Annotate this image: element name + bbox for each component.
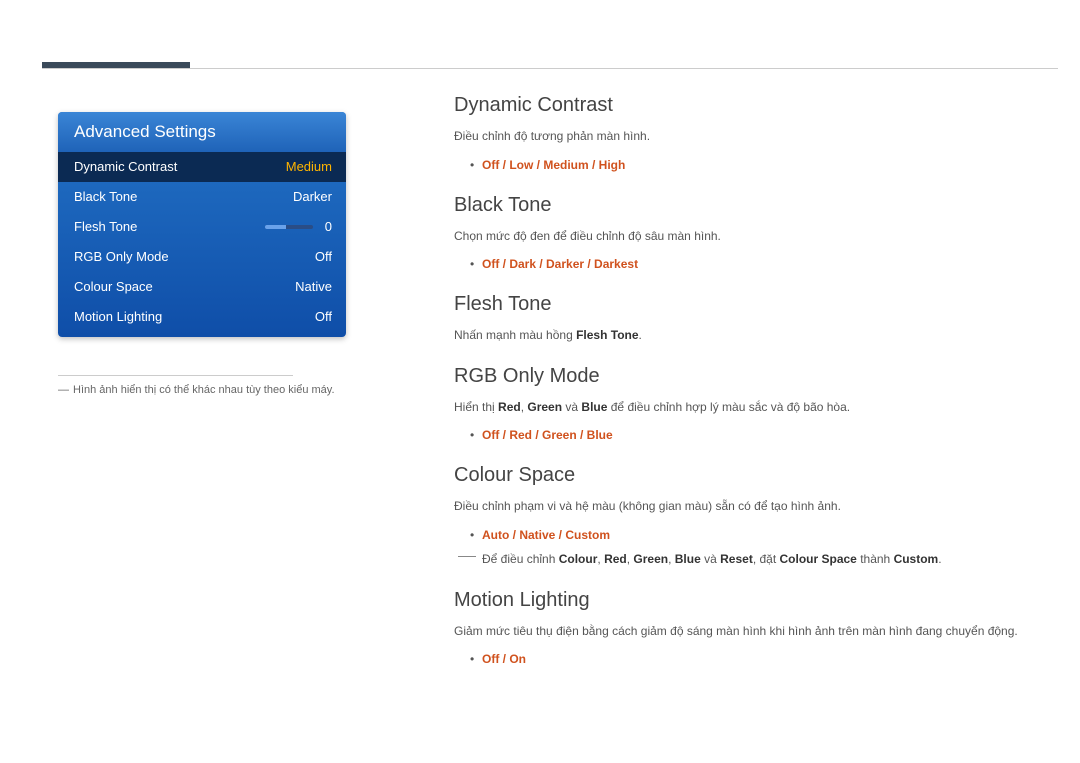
menu-row-value: Off	[315, 249, 332, 265]
section-options: Auto / Native / Custom	[470, 526, 1058, 544]
caption-text: Hình ảnh hiển thị có thể khác nhau tùy t…	[73, 384, 335, 396]
options-accent: Off / Low / Medium / High	[482, 158, 625, 172]
desc-text: Hiển thị	[454, 400, 498, 414]
subnote-text: , đặt	[753, 552, 780, 566]
subnote-text: thành	[857, 552, 894, 566]
subnote-keyword: Colour	[559, 552, 598, 566]
section-options: Off / On	[470, 650, 1058, 668]
section-colour-space: Colour Space Điều chỉnh phạm vi và hệ mà…	[454, 464, 1058, 568]
caption-separator	[58, 375, 293, 376]
subnote-text: ,	[668, 552, 675, 566]
menu-row-label: RGB Only Mode	[74, 249, 169, 265]
options-accent: Off / Dark / Darker / Darkest	[482, 257, 638, 271]
menu-title: Advanced Settings	[58, 112, 346, 152]
subnote-text: .	[938, 552, 941, 566]
section-options: Off / Low / Medium / High	[470, 156, 1058, 174]
menu-row-label: Motion Lighting	[74, 309, 162, 325]
section-flesh-tone: Flesh Tone Nhấn mạnh màu hồng Flesh Tone…	[454, 293, 1058, 345]
section-desc: Giảm mức tiêu thụ điện bằng cách giảm độ…	[454, 622, 1058, 641]
menu-row-label: Dynamic Contrast	[74, 159, 177, 175]
section-title: Flesh Tone	[454, 293, 1058, 316]
section-subnote: Để điều chỉnh Colour, Red, Green, Blue v…	[482, 550, 1058, 569]
header-rule	[42, 68, 1058, 69]
desc-keyword-blue: Blue	[581, 400, 607, 414]
section-rgb-only-mode: RGB Only Mode Hiển thị Red, Green và Blu…	[454, 365, 1058, 445]
options-accent: Auto / Native / Custom	[482, 528, 610, 542]
section-title: Dynamic Contrast	[454, 94, 1058, 117]
subnote-keyword: Blue	[675, 552, 701, 566]
options-accent: Off / On	[482, 652, 526, 666]
slider-icon	[265, 225, 313, 229]
menu-row-motion-lighting[interactable]: Motion Lighting Off	[58, 302, 346, 337]
options-accent: Off / Red / Green / Blue	[482, 428, 613, 442]
section-black-tone: Black Tone Chọn mức độ đen để điều chỉnh…	[454, 194, 1058, 274]
desc-text: và	[562, 400, 581, 414]
section-title: Colour Space	[454, 464, 1058, 487]
section-desc: Điều chỉnh phạm vi và hệ màu (không gian…	[454, 497, 1058, 516]
subnote-keyword: Reset	[720, 552, 753, 566]
long-dash-icon	[458, 556, 476, 557]
section-options: Off / Dark / Darker / Darkest	[470, 255, 1058, 273]
subnote-keyword: Colour Space	[780, 552, 857, 566]
menu-row-dynamic-contrast[interactable]: Dynamic Contrast Medium	[58, 152, 346, 182]
menu-row-value: Medium	[286, 159, 332, 175]
section-desc: Điều chỉnh độ tương phản màn hình.	[454, 127, 1058, 146]
menu-row-rgb-only-mode[interactable]: RGB Only Mode Off	[58, 242, 346, 272]
menu-row-label: Colour Space	[74, 279, 153, 295]
menu-row-colour-space[interactable]: Colour Space Native	[58, 272, 346, 302]
section-title: RGB Only Mode	[454, 365, 1058, 388]
subnote-keyword: Red	[604, 552, 627, 566]
caption-dash: ―	[58, 384, 69, 396]
section-options: Off / Red / Green / Blue	[470, 426, 1058, 444]
section-desc: Nhấn mạnh màu hồng Flesh Tone.	[454, 326, 1058, 345]
menu-row-value: 0	[325, 219, 332, 235]
advanced-settings-menu: Advanced Settings Dynamic Contrast Mediu…	[58, 112, 346, 337]
desc-text: để điều chỉnh hợp lý màu sắc và độ bão h…	[607, 400, 850, 414]
left-column: Advanced Settings Dynamic Contrast Mediu…	[58, 112, 346, 396]
caption: ― Hình ảnh hiển thị có thể khác nhau tùy …	[58, 384, 346, 396]
subnote-keyword: Custom	[894, 552, 939, 566]
menu-row-value: Darker	[293, 189, 332, 205]
desc-keyword-red: Red	[498, 400, 521, 414]
desc-keyword: Flesh Tone	[576, 328, 638, 342]
menu-row-label: Black Tone	[74, 189, 137, 205]
section-title: Motion Lighting	[454, 589, 1058, 612]
section-dynamic-contrast: Dynamic Contrast Điều chỉnh độ tương phả…	[454, 94, 1058, 174]
subnote-text: và	[701, 552, 720, 566]
menu-row-value: Off	[315, 309, 332, 325]
section-desc: Chọn mức độ đen để điều chỉnh độ sâu màn…	[454, 227, 1058, 246]
subnote-keyword: Green	[633, 552, 668, 566]
desc-text: Nhấn mạnh màu hồng	[454, 328, 576, 342]
menu-row-flesh-tone[interactable]: Flesh Tone 0	[58, 212, 346, 242]
menu-row-value: Native	[295, 279, 332, 295]
desc-keyword-green: Green	[527, 400, 562, 414]
menu-row-label: Flesh Tone	[74, 219, 137, 235]
subnote-text: Để điều chỉnh	[482, 552, 559, 566]
menu-row-value-group: 0	[265, 219, 332, 235]
desc-text: .	[639, 328, 642, 342]
section-title: Black Tone	[454, 194, 1058, 217]
content-column: Dynamic Contrast Điều chỉnh độ tương phả…	[454, 94, 1058, 688]
section-desc: Hiển thị Red, Green và Blue để điều chỉn…	[454, 398, 1058, 417]
section-motion-lighting: Motion Lighting Giảm mức tiêu thụ điện b…	[454, 589, 1058, 669]
menu-row-black-tone[interactable]: Black Tone Darker	[58, 182, 346, 212]
